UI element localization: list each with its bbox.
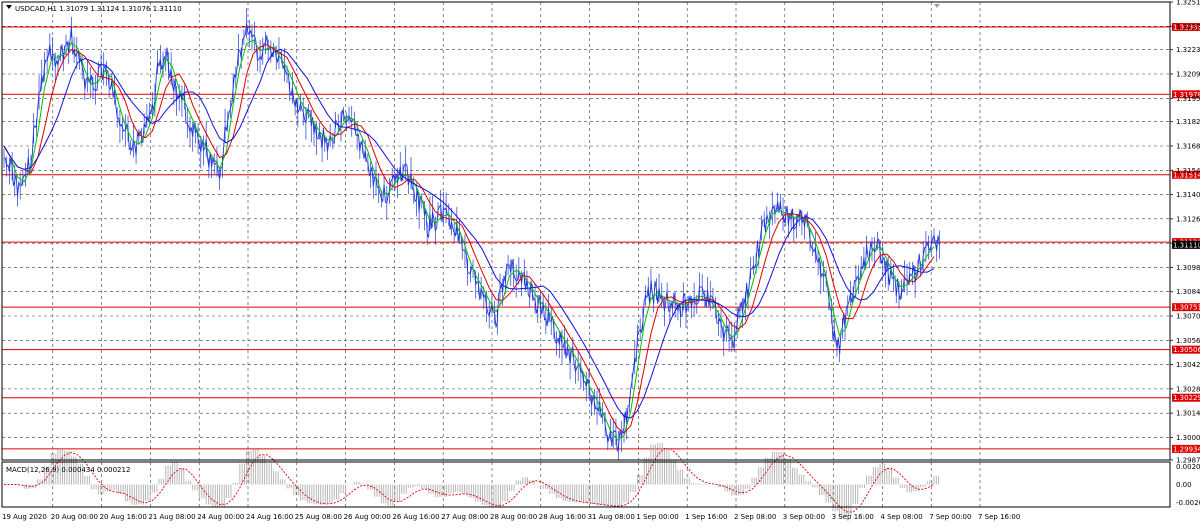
x-tick-label: 21 Aug 08:00	[148, 513, 195, 521]
y-tick-label: 1.30840	[1176, 288, 1200, 296]
y-tick-label: 1.31120	[1176, 240, 1200, 248]
macd-y-tick-label: 0.00	[1176, 481, 1192, 489]
macd-y-tick-label: -0.002052	[1176, 499, 1200, 507]
x-tick-label: 20 Aug 00:00	[51, 513, 98, 521]
y-tick-label: 1.31955	[1176, 95, 1200, 103]
y-tick-label: 1.30420	[1176, 361, 1200, 369]
x-tick-label: 26 Aug 16:00	[392, 513, 439, 521]
y-tick-label: 1.32235	[1176, 46, 1200, 54]
macd-y-tick-label: 0.002087	[1176, 463, 1200, 471]
y-tick-label: 1.30980	[1176, 264, 1200, 272]
x-tick-label: 7 Sep 16:00	[978, 513, 1020, 521]
y-tick-label: 1.32510	[1176, 0, 1200, 7]
x-tick-label: 3 Sep 00:00	[783, 513, 825, 521]
chart-window: 1.323661.319781.315141.311261.307511.305…	[0, 0, 1200, 525]
x-tick-label: 7 Sep 00:00	[929, 513, 971, 521]
x-tick-label: 24 Aug 16:00	[246, 513, 293, 521]
x-tick-label: 31 Aug 08:00	[588, 513, 635, 521]
y-tick-label: 1.31680	[1176, 142, 1200, 150]
x-tick-label: 1 Sep 16:00	[685, 513, 727, 521]
price-chart: 1.323661.319781.315141.311261.307511.305…	[1, 0, 1200, 521]
x-tick-label: 26 Aug 00:00	[344, 513, 391, 521]
x-tick-label: 19 Aug 2020	[2, 513, 47, 521]
level-price-label: 1.29934	[1173, 445, 1200, 453]
x-tick-label: 27 Aug 08:00	[441, 513, 488, 521]
symbol-info: USDCAD,H1 1.31079 1.31124 1.31076 1.3111…	[15, 5, 182, 13]
macd-label: MACD(12,26,9) 0.000434 0.000212	[6, 466, 130, 474]
y-tick-label: 1.31820	[1176, 118, 1200, 126]
y-tick-label: 1.30140	[1176, 410, 1200, 418]
y-tick-label: 1.30280	[1176, 385, 1200, 393]
y-tick-label: 1.30000	[1176, 434, 1200, 442]
price-series	[3, 8, 940, 461]
level-price-label: 1.30751	[1173, 304, 1200, 312]
x-tick-label: 4 Sep 08:00	[880, 513, 922, 521]
y-tick-label: 1.30700	[1176, 313, 1200, 321]
y-tick-label: 1.32095	[1176, 70, 1200, 78]
x-tick-label: 28 Aug 16:00	[539, 513, 586, 521]
ma-mid-line	[3, 43, 935, 434]
x-tick-label: 1 Sep 00:00	[636, 513, 678, 521]
y-tick-label: 1.31400	[1176, 191, 1200, 199]
dropdown-triangle-icon[interactable]	[6, 5, 12, 9]
y-tick-label: 1.30560	[1176, 337, 1200, 345]
y-tick-label: 1.32370	[1176, 23, 1200, 31]
level-price-label: 1.30506	[1173, 346, 1200, 354]
price-line	[3, 23, 940, 452]
x-tick-label: 3 Sep 16:00	[832, 513, 874, 521]
y-tick-label: 1.31260	[1176, 215, 1200, 223]
level-price-label: 1.30229	[1173, 394, 1200, 402]
ma-slow-line	[3, 48, 935, 419]
x-tick-label: 25 Aug 08:00	[295, 513, 342, 521]
y-tick-label: 1.31540	[1176, 167, 1200, 175]
x-tick-label: 24 Aug 00:00	[197, 513, 244, 521]
scroll-marker-icon[interactable]	[934, 4, 940, 8]
macd-indicator	[4, 442, 940, 518]
x-tick-label: 2 Sep 08:00	[734, 513, 776, 521]
main-gridlines	[2, 2, 1170, 507]
x-tick-label: 28 Aug 00:00	[490, 513, 537, 521]
x-tick-label: 20 Aug 16:00	[100, 513, 147, 521]
